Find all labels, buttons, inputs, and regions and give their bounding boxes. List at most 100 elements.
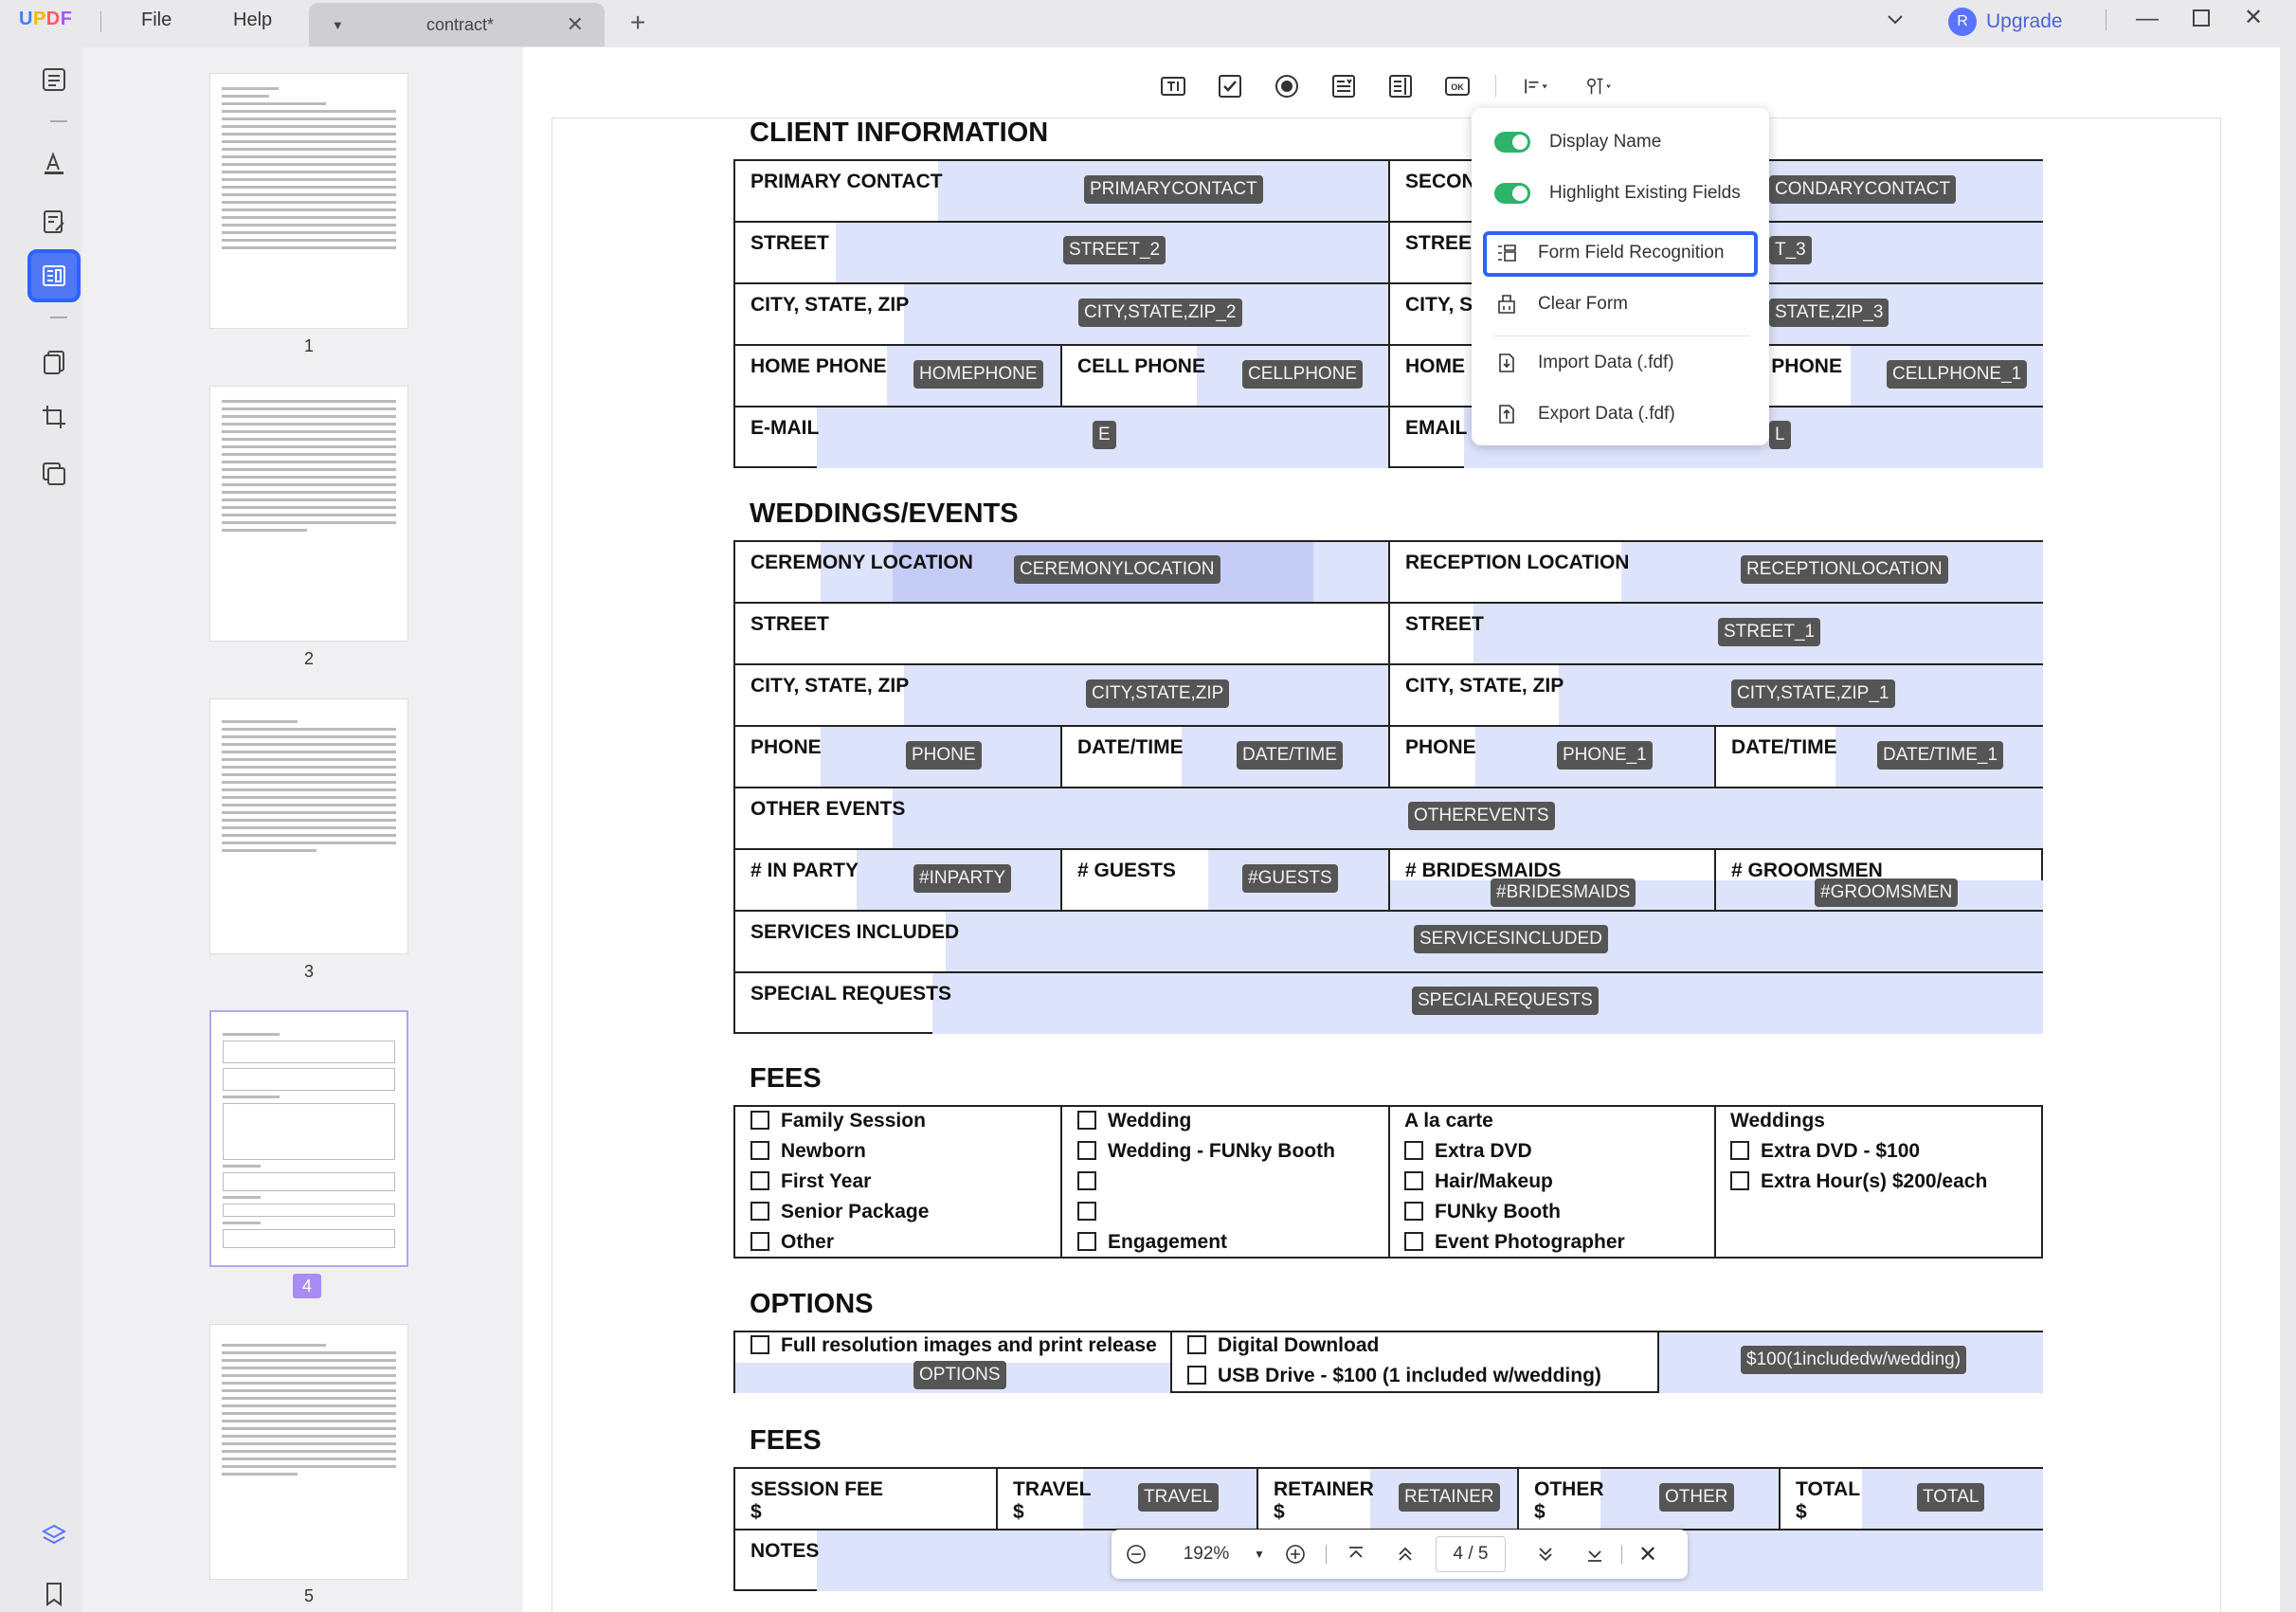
fee-option-checkbox[interactable] [1077, 1170, 1108, 1193]
checkbox-box[interactable] [1404, 1141, 1423, 1160]
checkbox-label: Extra DVD [1435, 1140, 1532, 1162]
fee-option-checkbox[interactable]: Extra DVD - $100 [1730, 1140, 1920, 1163]
layers-icon[interactable] [37, 1518, 71, 1552]
fee-option-checkbox[interactable]: Extra Hour(s) $200/each [1730, 1170, 1987, 1193]
new-tab-icon[interactable]: + [630, 8, 645, 38]
export-icon [1494, 402, 1519, 426]
close-tab-icon[interactable]: ✕ [567, 12, 584, 37]
page-thumbnail-2[interactable] [209, 386, 408, 642]
import-data-item[interactable]: Import Data (.fdf) [1494, 351, 1674, 375]
checkbox-box[interactable] [1404, 1232, 1423, 1251]
checkbox-box[interactable] [750, 1141, 769, 1160]
tab-dropdown-icon[interactable]: ▼ [332, 18, 344, 32]
page-thumbnail-4[interactable] [209, 1010, 408, 1267]
last-page-icon[interactable] [1582, 1535, 1608, 1573]
previous-page-icon[interactable] [1392, 1535, 1419, 1573]
chevron-down-icon[interactable] [1884, 8, 1907, 37]
fee-option-checkbox[interactable]: Senior Package [750, 1201, 929, 1223]
form-field-recognition-item[interactable]: Form Field Recognition [1494, 241, 1724, 265]
checkbox-box[interactable] [750, 1232, 769, 1251]
edit-pdf-icon[interactable] [37, 205, 71, 239]
close-window-icon[interactable]: ✕ [2244, 4, 2263, 31]
form-icon[interactable] [27, 249, 81, 302]
form-tools-icon[interactable] [1576, 68, 1621, 104]
reader-icon[interactable] [37, 63, 71, 97]
checkbox-box[interactable] [750, 1111, 769, 1130]
first-page-icon[interactable] [1343, 1535, 1369, 1573]
checkbox-box[interactable] [1730, 1141, 1749, 1160]
field-name-tag: CITY,STATE,ZIP_2 [1078, 299, 1242, 327]
tools-icon[interactable] [37, 457, 71, 491]
digital-download-checkbox[interactable]: Digital Download [1187, 1334, 1379, 1357]
field-name-tag: STATE,ZIP_3 [1769, 299, 1889, 327]
maximize-icon[interactable] [2191, 8, 2212, 35]
checkbox-box[interactable] [750, 1202, 769, 1221]
page-thumbnail-1[interactable] [209, 73, 408, 329]
field-label: PRIMARY CONTACT [750, 171, 943, 192]
usb-drive-checkbox[interactable]: USB Drive - $100 (1 included w/wedding) [1187, 1365, 1601, 1387]
field-label: SECON [1405, 171, 1476, 192]
dropdown-tool-icon[interactable] [1325, 68, 1363, 104]
display-name-toggle[interactable]: Display Name [1494, 132, 1661, 153]
field-name-tag: PHONE_1 [1557, 741, 1653, 770]
checkbox-box[interactable] [1404, 1171, 1423, 1190]
zoom-level[interactable]: 192% [1168, 1535, 1244, 1573]
fee-option-checkbox[interactable]: Wedding - FUNky Booth [1077, 1140, 1335, 1163]
zoom-out-icon[interactable] [1123, 1535, 1149, 1573]
fee-option-checkbox[interactable] [1077, 1201, 1108, 1223]
menu-file[interactable]: File [141, 9, 172, 31]
zoom-in-icon[interactable] [1282, 1535, 1309, 1573]
field-name-tag: OPTIONS [913, 1361, 1006, 1389]
field-name-tag: STREET_1 [1718, 618, 1821, 646]
checkbox-box[interactable] [1077, 1202, 1096, 1221]
bookmark-icon[interactable] [37, 1577, 71, 1611]
page-thumbnail-3[interactable] [209, 698, 408, 954]
export-data-item[interactable]: Export Data (.fdf) [1494, 402, 1675, 426]
fee-option-checkbox[interactable]: Engagement [1077, 1231, 1227, 1254]
checkbox-box[interactable] [1077, 1171, 1096, 1190]
clear-form-item[interactable]: Clear Form [1494, 292, 1628, 317]
checkbox-box[interactable] [750, 1171, 769, 1190]
page-number-1: 1 [303, 336, 314, 355]
list-box-tool-icon[interactable] [1382, 68, 1419, 104]
fee-option-checkbox[interactable]: Hair/Makeup [1404, 1170, 1553, 1193]
toggle-switch[interactable] [1494, 132, 1530, 153]
fee-option-checkbox[interactable]: Event Photographer [1404, 1231, 1625, 1254]
upgrade-button[interactable]: R Upgrade [1944, 6, 2077, 38]
document-tab[interactable]: ▼ contract* ✕ [309, 3, 605, 46]
fee-option-checkbox[interactable]: First Year [750, 1170, 871, 1193]
minimize-icon[interactable]: — [2136, 6, 2159, 32]
fee-option-checkbox[interactable]: Wedding [1077, 1110, 1191, 1132]
text-field-tool-icon[interactable] [1154, 68, 1192, 104]
organize-pages-icon[interactable] [37, 345, 71, 379]
button-tool-icon[interactable]: OK [1438, 68, 1476, 104]
toggle-switch[interactable] [1494, 183, 1530, 204]
align-tool-icon[interactable] [1515, 68, 1557, 104]
field-name-tag: STREET_2 [1063, 236, 1166, 264]
fee-option-checkbox[interactable]: Extra DVD [1404, 1140, 1532, 1163]
checkbox-box[interactable] [1077, 1141, 1096, 1160]
crop-icon[interactable] [37, 400, 71, 434]
fee-option-checkbox[interactable]: FUNky Booth [1404, 1201, 1561, 1223]
page-thumbnail-5[interactable] [209, 1324, 408, 1580]
checkbox-tool-icon[interactable] [1211, 68, 1249, 104]
checkbox-box[interactable] [1404, 1202, 1423, 1221]
fee-option-checkbox[interactable]: Family Session [750, 1110, 926, 1132]
checkbox-box[interactable] [1077, 1232, 1096, 1251]
full-resolution-checkbox[interactable]: Full resolution images and print release [750, 1334, 1157, 1357]
radio-button-tool-icon[interactable] [1268, 68, 1306, 104]
menu-help[interactable]: Help [233, 9, 272, 31]
field-name-tag: #BRIDESMAIDS [1491, 878, 1636, 907]
comment-icon[interactable] [37, 146, 71, 180]
fee-option-checkbox[interactable]: Other [750, 1231, 834, 1254]
field-label: CITY, STATE, ZIP [1405, 675, 1564, 697]
fee-option-checkbox[interactable]: Newborn [750, 1140, 866, 1163]
checkbox-box[interactable] [1077, 1111, 1096, 1130]
highlight-fields-toggle[interactable]: Highlight Existing Fields [1494, 183, 1741, 204]
close-navigation-icon[interactable]: ✕ [1635, 1535, 1661, 1573]
next-page-icon[interactable] [1532, 1535, 1559, 1573]
checkbox-box[interactable] [1730, 1171, 1749, 1190]
page-number-input[interactable]: 4 / 5 [1436, 1536, 1506, 1572]
field-label: OTHER [1534, 1478, 1604, 1500]
zoom-dropdown-icon[interactable]: ▼ [1250, 1535, 1269, 1573]
